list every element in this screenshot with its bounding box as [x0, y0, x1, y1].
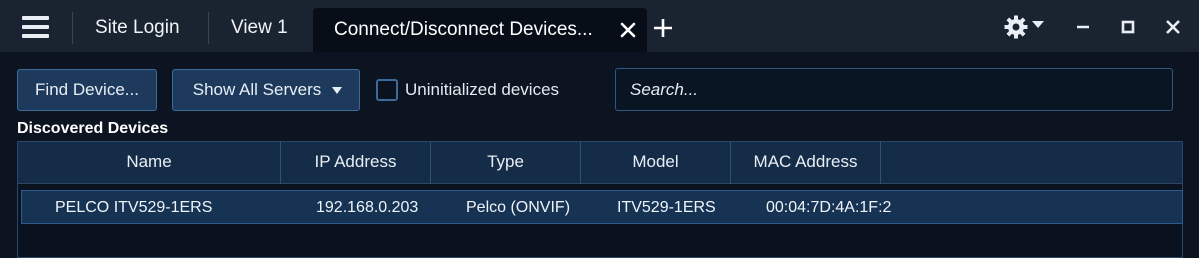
cell-name: PELCO ITV529-1ERS: [55, 199, 213, 216]
vertical-scrollbar[interactable]: [1183, 141, 1199, 258]
maximize-icon[interactable]: [1115, 14, 1141, 40]
tab-label: Connect/Disconnect Devices...: [334, 19, 593, 40]
cell-ip-address: 192.168.0.203: [316, 199, 419, 216]
dropdown-arrow-icon: [332, 87, 342, 94]
column-header-model[interactable]: Model: [581, 142, 731, 184]
gear-icon[interactable]: [1003, 14, 1029, 40]
column-header-mac-address[interactable]: MAC Address: [731, 142, 881, 184]
column-header-type[interactable]: Type: [431, 142, 581, 184]
uninitialized-devices-label: Uninitialized devices: [405, 80, 560, 99]
column-header-ip-address[interactable]: IP Address: [281, 142, 431, 184]
cell-model: ITV529-1ERS: [617, 199, 716, 216]
table-row[interactable]: PELCO ITV529-1ERS 192.168.0.203 Pelco (O…: [21, 190, 1183, 224]
table-header: Name IP Address Type Model MAC Address: [18, 142, 1182, 184]
menu-icon[interactable]: [14, 14, 50, 40]
title-bar: Site Login View 1 Connect/Disconnect Dev…: [0, 0, 1199, 52]
show-all-servers-dropdown[interactable]: Show All Servers: [172, 69, 360, 111]
divider: [72, 12, 73, 44]
plus-icon[interactable]: [652, 17, 674, 39]
divider: [208, 12, 209, 44]
window-close-icon[interactable]: [1160, 14, 1186, 40]
find-device-button[interactable]: Find Device...: [17, 69, 157, 111]
column-header-name[interactable]: Name: [18, 142, 281, 184]
show-all-servers-label: Show All Servers: [192, 80, 322, 99]
cell-type: Pelco (ONVIF): [466, 199, 571, 216]
cell-mac-address: 00:04:7D:4A:1F:2: [766, 199, 892, 216]
close-icon[interactable]: [619, 21, 637, 39]
tab-site-login[interactable]: Site Login: [95, 0, 180, 52]
uninitialized-devices-checkbox[interactable]: [376, 79, 398, 101]
tab-connect-disconnect-devices[interactable]: Connect/Disconnect Devices...: [313, 8, 647, 52]
chevron-down-icon[interactable]: [1032, 21, 1044, 29]
devices-table: Name IP Address Type Model MAC Address P…: [17, 141, 1183, 258]
section-title: Discovered Devices: [17, 120, 169, 137]
tab-view-1[interactable]: View 1: [231, 0, 288, 52]
minimize-icon[interactable]: [1070, 14, 1096, 40]
search-input[interactable]: [615, 68, 1173, 111]
